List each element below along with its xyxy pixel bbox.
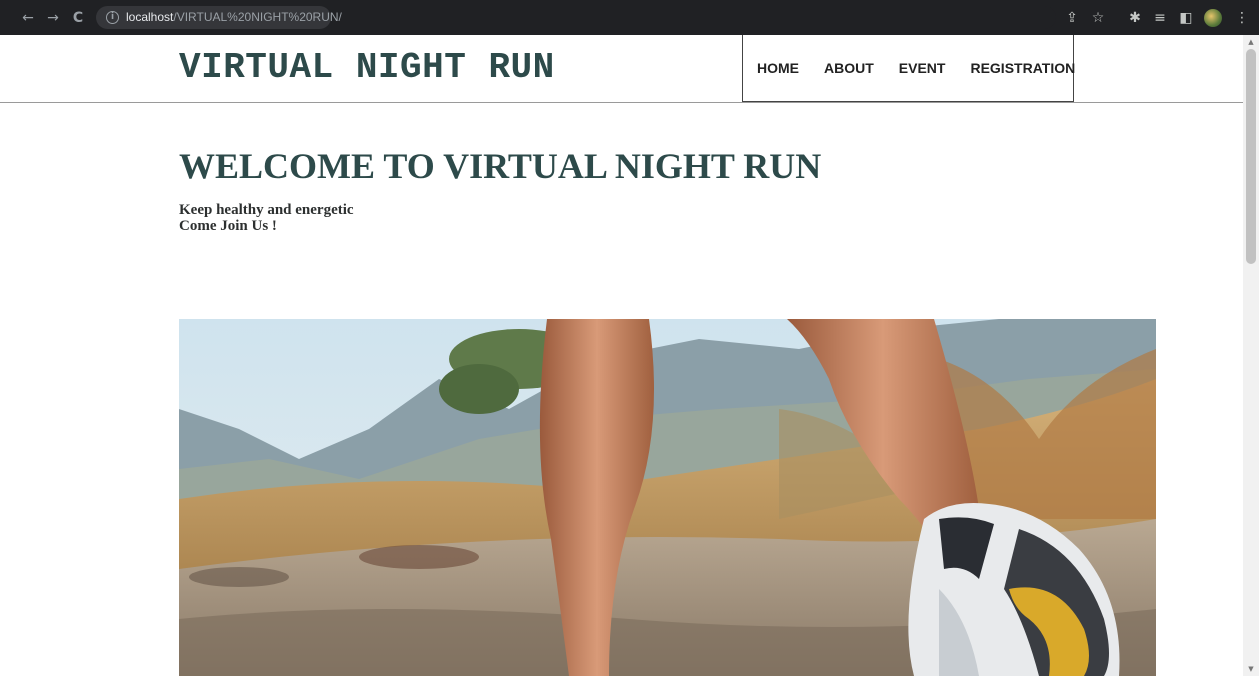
- scroll-down-arrow-icon[interactable]: ▼: [1243, 662, 1259, 676]
- vertical-scrollbar[interactable]: ▲ ▼: [1243, 35, 1259, 676]
- scroll-thumb[interactable]: [1246, 49, 1256, 264]
- star-icon[interactable]: ☆: [1088, 8, 1108, 28]
- extensions-icon[interactable]: ✱: [1125, 8, 1145, 28]
- nav-about[interactable]: ABOUT: [824, 60, 874, 76]
- hero-image: [179, 319, 1156, 676]
- site-title: VIRTUAL NIGHT RUN: [179, 47, 555, 88]
- nav-home[interactable]: HOME: [757, 60, 799, 76]
- scroll-up-arrow-icon[interactable]: ▲: [1243, 35, 1259, 49]
- forward-arrow-icon[interactable]: →: [43, 8, 63, 28]
- tagline: Keep healthy and energetic Come Join Us …: [179, 202, 354, 234]
- more-menu-icon[interactable]: ⋮: [1232, 8, 1252, 28]
- url-host: localhost: [126, 10, 174, 24]
- runner-photo: [179, 319, 1156, 676]
- url-path: /VIRTUAL%20NIGHT%20RUN/: [173, 10, 342, 24]
- reading-list-icon[interactable]: ≡: [1150, 8, 1170, 28]
- welcome-heading: WELCOME TO VIRTUAL NIGHT RUN: [179, 146, 822, 186]
- side-panel-icon[interactable]: ◧: [1176, 8, 1196, 28]
- tagline-line-1: Keep healthy and energetic: [179, 202, 354, 218]
- back-arrow-icon[interactable]: ←: [18, 8, 38, 28]
- nav-event[interactable]: EVENT: [899, 60, 946, 76]
- browser-toolbar: ← → C i localhost/VIRTUAL%20NIGHT%20RUN/…: [0, 0, 1259, 35]
- main-nav: HOME ABOUT EVENT REGISTRATION: [742, 35, 1075, 102]
- url-text[interactable]: localhost/VIRTUAL%20NIGHT%20RUN/: [126, 10, 342, 25]
- nav-registration[interactable]: REGISTRATION: [970, 60, 1075, 76]
- reload-icon[interactable]: C: [68, 8, 88, 28]
- tagline-line-2: Come Join Us !: [179, 218, 277, 234]
- address-bar[interactable]: i localhost/VIRTUAL%20NIGHT%20RUN/: [96, 6, 1056, 29]
- profile-avatar-icon[interactable]: [1204, 9, 1222, 27]
- info-icon[interactable]: i: [106, 11, 119, 24]
- page-content: VIRTUAL NIGHT RUN HOME ABOUT EVENT REGIS…: [0, 35, 1243, 676]
- site-header: VIRTUAL NIGHT RUN HOME ABOUT EVENT REGIS…: [0, 35, 1243, 103]
- share-icon[interactable]: ⇪: [1062, 8, 1082, 28]
